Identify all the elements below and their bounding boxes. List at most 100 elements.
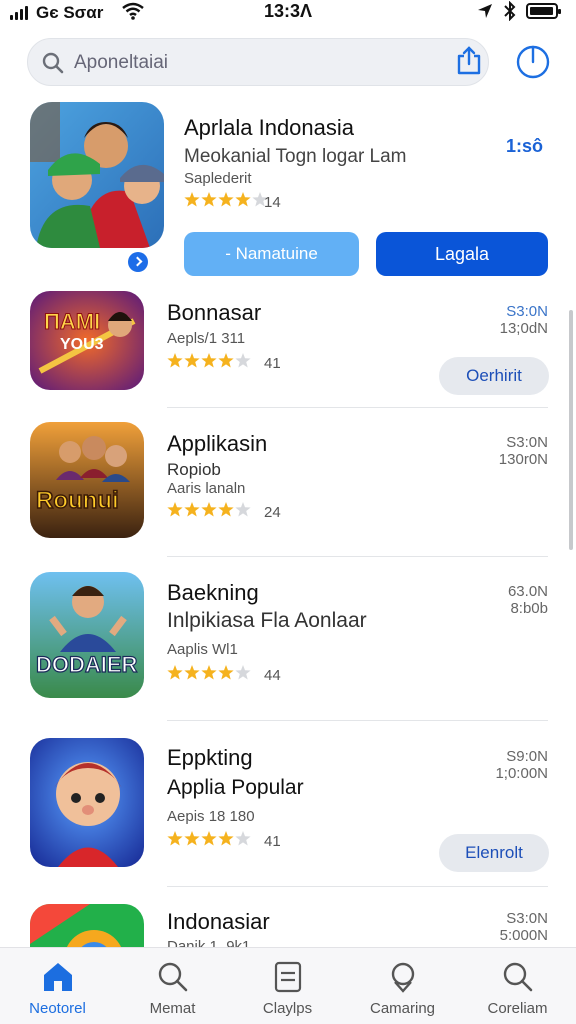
tab-search-2[interactable]: Coreliam — [460, 948, 575, 1024]
app-size-bottom: 5:000N — [499, 927, 548, 944]
star-icon — [184, 353, 200, 368]
app-rating-stars — [167, 830, 253, 853]
featured-rating-stars — [184, 191, 270, 214]
clock: 13:3Λ — [264, 1, 313, 21]
location-arrow-icon — [478, 4, 492, 18]
wifi-icon — [122, 2, 144, 20]
app-size: S3:0N 130r0N — [499, 434, 548, 468]
app-size-bottom: 13;0dN — [499, 320, 548, 337]
app-rating-count: 41 — [264, 355, 281, 372]
tab-documents[interactable]: Claylps — [230, 948, 345, 1024]
app-icon-applikasin[interactable]: Rounui — [30, 422, 144, 538]
app-icon-bonnasar[interactable]: ΠΑΜΙ YOU3 — [30, 291, 144, 390]
app-size-top: 63.0N — [507, 583, 548, 600]
app-name[interactable]: Bonnasar — [167, 300, 261, 326]
app-size-top: S3:0N — [506, 303, 548, 320]
star-icon — [235, 192, 251, 207]
app-action-button[interactable]: Oerhirit — [439, 357, 549, 395]
star-icon — [167, 831, 183, 846]
app-size: S3:0N 13;0dN — [500, 303, 548, 337]
signal-icon — [10, 6, 28, 20]
svg-text:YOU3: YOU3 — [60, 336, 104, 353]
tab-label: Memat — [149, 1000, 196, 1017]
app-icon-baekning[interactable]: DODAIER — [30, 572, 144, 698]
featured-get-button[interactable]: Lagala — [376, 232, 548, 276]
app-developer: Aepis 18 180 — [167, 808, 255, 825]
search-icon — [158, 962, 187, 992]
tab-label: Camaring — [369, 1000, 436, 1017]
star-icon — [218, 831, 234, 846]
star-icon — [235, 502, 251, 517]
bluetooth-icon — [504, 1, 516, 21]
app-name[interactable]: Applikasin — [167, 431, 267, 457]
star-icon — [184, 831, 200, 846]
app-rating-count: 41 — [264, 833, 281, 850]
app-subtitle: Inlpikiasa Fla Aonlaar — [167, 609, 367, 632]
featured-badge-icon — [128, 252, 148, 272]
tab-label: Claylps — [262, 1000, 313, 1017]
star-icon — [218, 665, 234, 680]
featured-app-price: 1:sô — [506, 136, 544, 156]
battery-icon — [526, 3, 561, 19]
divider — [167, 886, 548, 887]
featured-app-subtitle: Meokanial Togn logar Lam — [184, 146, 407, 167]
share-icon[interactable] — [455, 45, 483, 77]
tab-label: Neotorel — [29, 1000, 86, 1017]
tab-label: Coreliam — [487, 1000, 548, 1017]
star-icon — [184, 192, 200, 207]
divider — [167, 556, 548, 557]
star-icon — [167, 502, 183, 517]
star-icon — [218, 353, 234, 368]
featured-app-title[interactable]: Aprlala Indonasia — [184, 115, 354, 141]
app-developer: Aaris lanaln — [167, 480, 246, 497]
scrollbar-thumb[interactable] — [569, 310, 573, 550]
tab-home[interactable]: Neotorel — [0, 948, 115, 1024]
divider — [167, 720, 548, 721]
star-icon — [184, 665, 200, 680]
app-name[interactable]: Baekning — [167, 580, 259, 606]
app-name[interactable]: Indonasiar — [167, 909, 270, 935]
app-size: S9:0N 1;0:00N — [495, 748, 548, 782]
app-rating-count: 24 — [264, 504, 281, 521]
carrier-name: Gє Sσαr — [36, 3, 104, 22]
star-icon — [201, 192, 217, 207]
status-bar: Gє Sσαr 13:3Λ — [0, 0, 576, 28]
app-rating-stars — [167, 664, 253, 687]
star-icon — [218, 502, 234, 517]
app-size-top: S9:0N — [506, 748, 548, 765]
home-icon — [43, 963, 72, 991]
featured-rating-count: 14 — [264, 194, 281, 211]
featured-app-icon[interactable] — [30, 102, 164, 248]
star-icon — [218, 192, 234, 207]
app-size-bottom: 130r0N — [498, 451, 548, 468]
app-rating-stars — [167, 501, 253, 524]
star-icon — [201, 831, 217, 846]
svg-text:DODAIER: DODAIER — [36, 652, 138, 677]
app-action-button[interactable]: Elenrolt — [439, 834, 549, 872]
svg-text:ΠΑΜΙ: ΠΑΜΙ — [44, 309, 100, 334]
star-icon — [167, 665, 183, 680]
search-icon — [42, 52, 64, 74]
app-size-bottom: 8:b0b — [510, 600, 548, 617]
search-icon — [503, 962, 532, 992]
star-icon — [201, 665, 217, 680]
document-icon — [274, 961, 301, 993]
search-input[interactable]: Αponeltaiai — [74, 52, 168, 74]
app-name[interactable]: Eppkting — [167, 745, 253, 771]
power-icon[interactable] — [514, 42, 552, 80]
app-rating-stars — [167, 352, 253, 375]
search-bar[interactable]: Αponeltaiai — [27, 38, 489, 86]
app-icon-eppkting[interactable] — [30, 738, 144, 867]
tab-search[interactable]: Memat — [115, 948, 230, 1024]
tab-bar: Neotorel Memat Claylps Camaring Coreliam — [0, 947, 576, 1024]
app-subtitle: Applia Popular — [167, 776, 304, 799]
star-icon — [201, 353, 217, 368]
app-developer: Aepls/1 311 — [167, 330, 246, 347]
app-size-top: S3:0N — [506, 434, 548, 451]
star-icon — [235, 353, 251, 368]
star-icon — [235, 665, 251, 680]
featured-secondary-button[interactable]: - Namatuine — [184, 232, 359, 276]
star-icon — [184, 502, 200, 517]
svg-text:Rounui: Rounui — [36, 487, 119, 514]
tab-location[interactable]: Camaring — [345, 948, 460, 1024]
